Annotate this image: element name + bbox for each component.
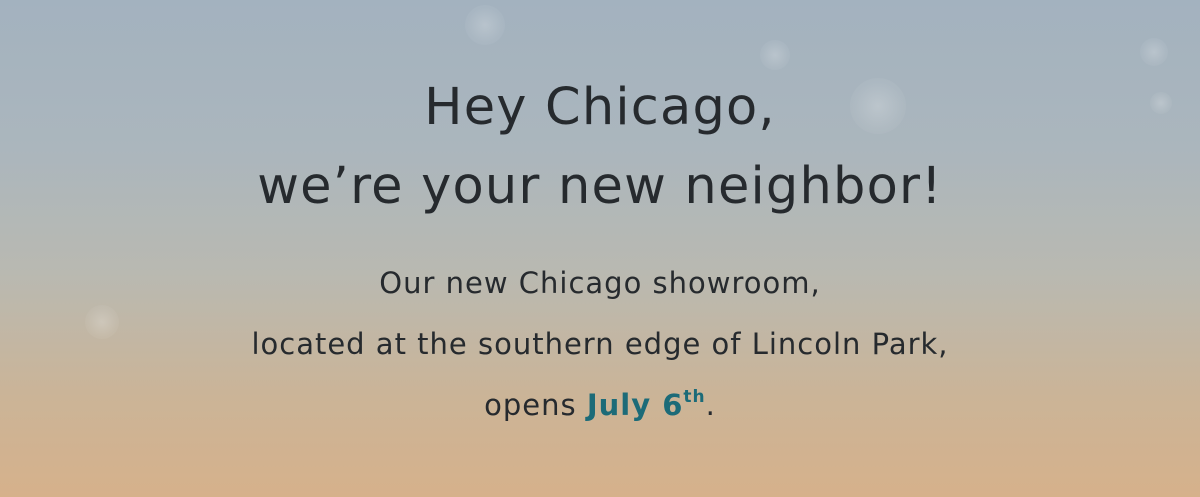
- bokeh-light: [760, 40, 790, 70]
- announcement-banner: Hey Chicago, we’re your new neighbor! Ou…: [0, 0, 1200, 497]
- bokeh-light: [1140, 38, 1168, 66]
- opens-text: opens: [484, 388, 587, 422]
- sentence-end: .: [705, 388, 716, 422]
- bokeh-light: [465, 5, 505, 45]
- opening-date-main: July 6: [586, 388, 684, 422]
- headline-line-1: Hey Chicago,: [424, 78, 776, 137]
- body-line-1: Our new Chicago showroom,: [379, 266, 821, 300]
- opening-date-suffix: th: [683, 387, 706, 407]
- opening-date: July 6th: [587, 388, 706, 422]
- body-line-3: opens July 6th.: [0, 388, 1200, 422]
- headline-line-2: we’re your new neighbor!: [257, 157, 943, 216]
- body-line-2: located at the southern edge of Lincoln …: [251, 327, 949, 361]
